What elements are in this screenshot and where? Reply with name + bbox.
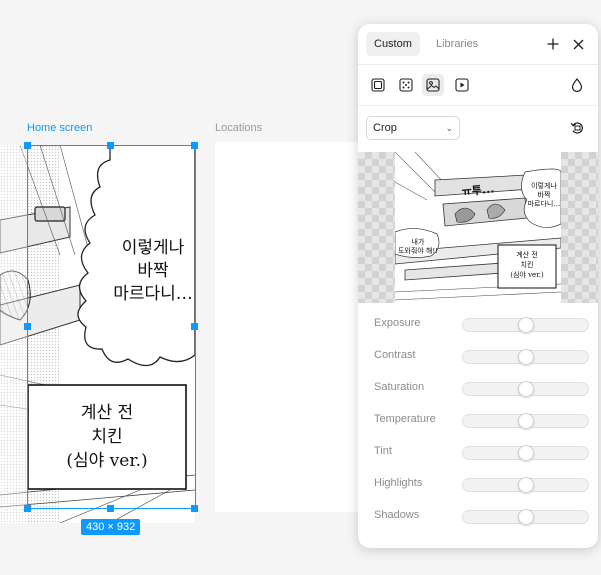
preview-bubble-right-text: 이렇게나 바짝 마르다니… [527,182,561,208]
adjustment-row-temperature: Temperature [358,405,598,437]
chevron-down-icon: ⌄ [445,123,453,133]
frame-label-home-screen[interactable]: Home screen [27,122,92,134]
resize-handle-top[interactable] [107,142,114,149]
crop-mode-value: Crop [373,122,397,134]
temperature-slider-thumb[interactable] [517,413,534,429]
saturation-slider-thumb[interactable] [517,381,534,397]
crop-mode-select[interactable]: Crop ⌄ [366,116,460,140]
tint-label: Tint [374,445,392,457]
plus-icon[interactable] [543,34,563,54]
resize-handle-left[interactable] [24,323,31,330]
exposure-slider[interactable] [462,317,589,333]
adjustment-row-contrast: Contrast [358,341,598,373]
locations-frame[interactable] [215,142,365,512]
exposure-slider-thumb[interactable] [517,317,534,333]
tab-custom[interactable]: Custom [366,32,420,56]
home-screen-frame[interactable]: 이렇게나 바짝 마르다니… 계산 전 치킨 (심야 ver.) [0,145,195,523]
contrast-slider[interactable] [462,349,589,365]
contrast-label: Contrast [374,349,416,361]
highlights-label: Highlights [374,477,423,489]
solid-fill-icon[interactable] [368,75,388,95]
close-icon[interactable] [568,34,588,54]
rotate-icon[interactable] [567,118,587,138]
adjustment-row-saturation: Saturation [358,373,598,405]
resize-handle-right[interactable] [191,323,198,330]
tab-libraries[interactable]: Libraries [428,32,486,56]
image-preview[interactable]: ㅠ투... 이렇게나 바짝 마르다니… 내가 도와줘야 해!! 계산 전 치킨 … [358,152,598,303]
shadows-slider[interactable] [462,509,589,525]
highlights-slider-thumb[interactable] [517,477,534,493]
adjustment-row-shadows: Shadows [358,501,598,533]
highlights-slider[interactable] [462,477,589,493]
exposure-label: Exposure [374,317,421,329]
resize-handle-bottom[interactable] [107,505,114,512]
panel-tabs: Custom Libraries [358,24,598,65]
resize-handle-top-right[interactable] [191,142,198,149]
speech-bubble-text: 이렇게나 바짝 마르다니… [113,238,193,304]
tint-slider-thumb[interactable] [517,445,534,461]
adjustment-row-exposure: Exposure [358,309,598,341]
temperature-slider[interactable] [462,413,589,429]
selection-size-badge: 430 × 932 [81,519,141,535]
resize-handle-bottom-left[interactable] [24,505,31,512]
adjustment-row-highlights: Highlights [358,469,598,501]
video-fill-icon[interactable] [452,75,472,95]
fill-type-row [358,65,598,106]
image-fill-icon[interactable] [422,74,444,96]
resize-handle-bottom-right[interactable] [191,505,198,512]
preview-bubble-left-text: 내가 도와줘야 해!! [397,238,439,255]
drop-icon[interactable] [567,75,587,95]
fill-panel: Custom Libraries Crop ⌄ ㅠ투... 이렇게나 바짝 마르… [358,24,598,548]
frame-fade-overlay [0,145,28,523]
caption-box-text: 계산 전 치킨 (심야 ver.) [66,403,148,471]
temperature-label: Temperature [374,413,436,425]
preview-caption-text: 계산 전 치킨 (심야 ver.) [510,251,544,279]
saturation-slider[interactable] [462,381,589,397]
adjustment-row-tint: Tint [358,437,598,469]
frame-label-locations[interactable]: Locations [215,122,262,134]
shadows-label: Shadows [374,509,420,521]
contrast-slider-thumb[interactable] [517,349,534,365]
preview-artwork: ㅠ투... 이렇게나 바짝 마르다니… 내가 도와줘야 해!! 계산 전 치킨 … [395,152,561,303]
tint-slider[interactable] [462,445,589,461]
crop-row: Crop ⌄ [358,106,598,152]
resize-handle-top-left[interactable] [24,142,31,149]
gradient-fill-icon[interactable] [396,75,416,95]
saturation-label: Saturation [374,381,425,393]
shadows-slider-thumb[interactable] [517,509,534,525]
